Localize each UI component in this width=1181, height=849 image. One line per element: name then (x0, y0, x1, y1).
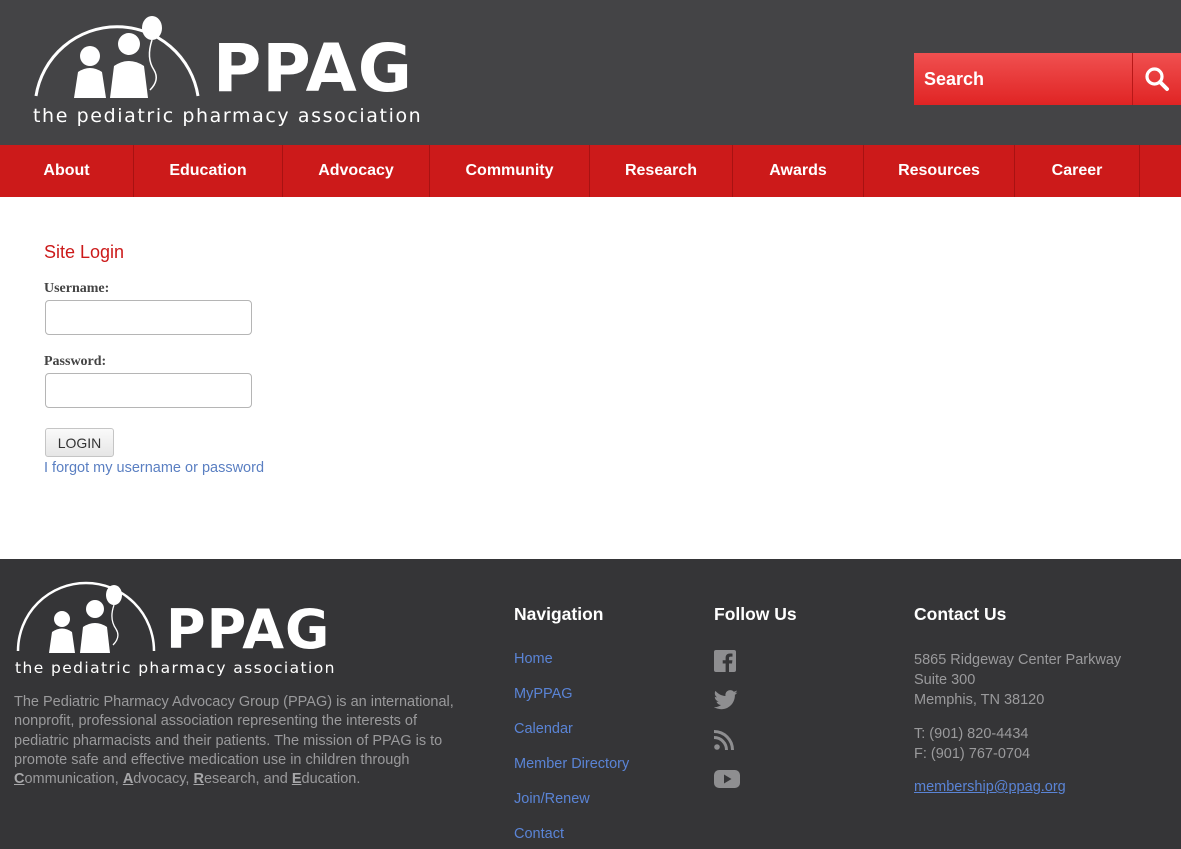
site-header: PPAG the pediatric pharmacy association (0, 0, 1181, 145)
login-title: Site Login (44, 242, 125, 262)
footer-nav-heading: Navigation (514, 604, 604, 624)
footer-link-join-renew[interactable]: Join/Renew (514, 791, 590, 807)
logo-wordmark: PPAG (213, 30, 413, 107)
footer-link-calendar[interactable]: Calendar (514, 721, 573, 737)
address-line-3: Memphis, TN 38120 (914, 692, 1045, 708)
phone-number: T: (901) 820-4434 (914, 726, 1029, 742)
username-field[interactable] (45, 300, 252, 335)
login-button[interactable]: LOGIN (45, 428, 114, 457)
footer-link-member-directory[interactable]: Member Directory (514, 756, 629, 772)
footer-logo-tagline: the pediatric pharmacy association (15, 659, 336, 677)
nav-item-awards[interactable]: Awards (733, 145, 864, 197)
footer-link-home[interactable]: Home (514, 651, 553, 667)
logo-children-icon (34, 16, 200, 98)
address-line-2: Suite 300 (914, 672, 976, 688)
footer-contact-heading: Contact Us (914, 604, 1007, 624)
twitter-link[interactable] (713, 690, 740, 716)
main-nav: About Education Advocacy Community Resea… (0, 145, 1181, 197)
password-label: Password: (44, 354, 107, 369)
search-box (914, 53, 1181, 105)
rss-icon (713, 730, 734, 751)
nav-item-education[interactable]: Education (134, 145, 283, 197)
footer-follow-heading: Follow Us (714, 604, 797, 624)
site-footer: PPAG the pediatric pharmacy association … (0, 559, 1181, 849)
nav-item-advocacy[interactable]: Advocacy (283, 145, 430, 197)
footer-logo-children-icon (16, 581, 156, 653)
nav-item-research[interactable]: Research (590, 145, 733, 197)
search-icon (1145, 67, 1169, 91)
footer-link-contact[interactable]: Contact (514, 826, 564, 842)
facebook-link[interactable] (714, 650, 740, 676)
ppag-logo[interactable]: PPAG the pediatric pharmacy association (30, 8, 421, 133)
forgot-password-link[interactable]: I forgot my username or password (44, 460, 264, 476)
username-label: Username: (44, 281, 110, 296)
search-button[interactable] (1132, 53, 1181, 105)
nav-item-community[interactable]: Community (430, 145, 590, 197)
youtube-link[interactable] (714, 769, 740, 795)
nav-item-resources[interactable]: Resources (864, 145, 1015, 197)
footer-about-text: The Pediatric Pharmacy Advocacy Group (P… (14, 694, 454, 788)
footer-logo[interactable]: PPAG the pediatric pharmacy association (14, 579, 334, 679)
logo-tagline: the pediatric pharmacy association (33, 105, 423, 127)
password-field[interactable] (45, 373, 252, 408)
twitter-icon (713, 690, 738, 710)
footer-link-myppag[interactable]: MyPPAG (514, 686, 573, 702)
facebook-icon (714, 650, 736, 672)
footer-logo-wordmark: PPAG (166, 598, 331, 661)
main-content: Site Login Username: Password: LOGIN I f… (0, 197, 1181, 559)
nav-item-career[interactable]: Career (1015, 145, 1140, 197)
nav-item-about[interactable]: About (0, 145, 134, 197)
youtube-icon (714, 770, 740, 788)
fax-number: F: (901) 767-0704 (914, 746, 1031, 762)
search-input[interactable] (914, 53, 1132, 105)
membership-email-link[interactable]: membership@ppag.org (914, 779, 1066, 795)
rss-link[interactable] (713, 730, 740, 756)
address-line-1: 5865 Ridgeway Center Parkway (914, 652, 1122, 668)
